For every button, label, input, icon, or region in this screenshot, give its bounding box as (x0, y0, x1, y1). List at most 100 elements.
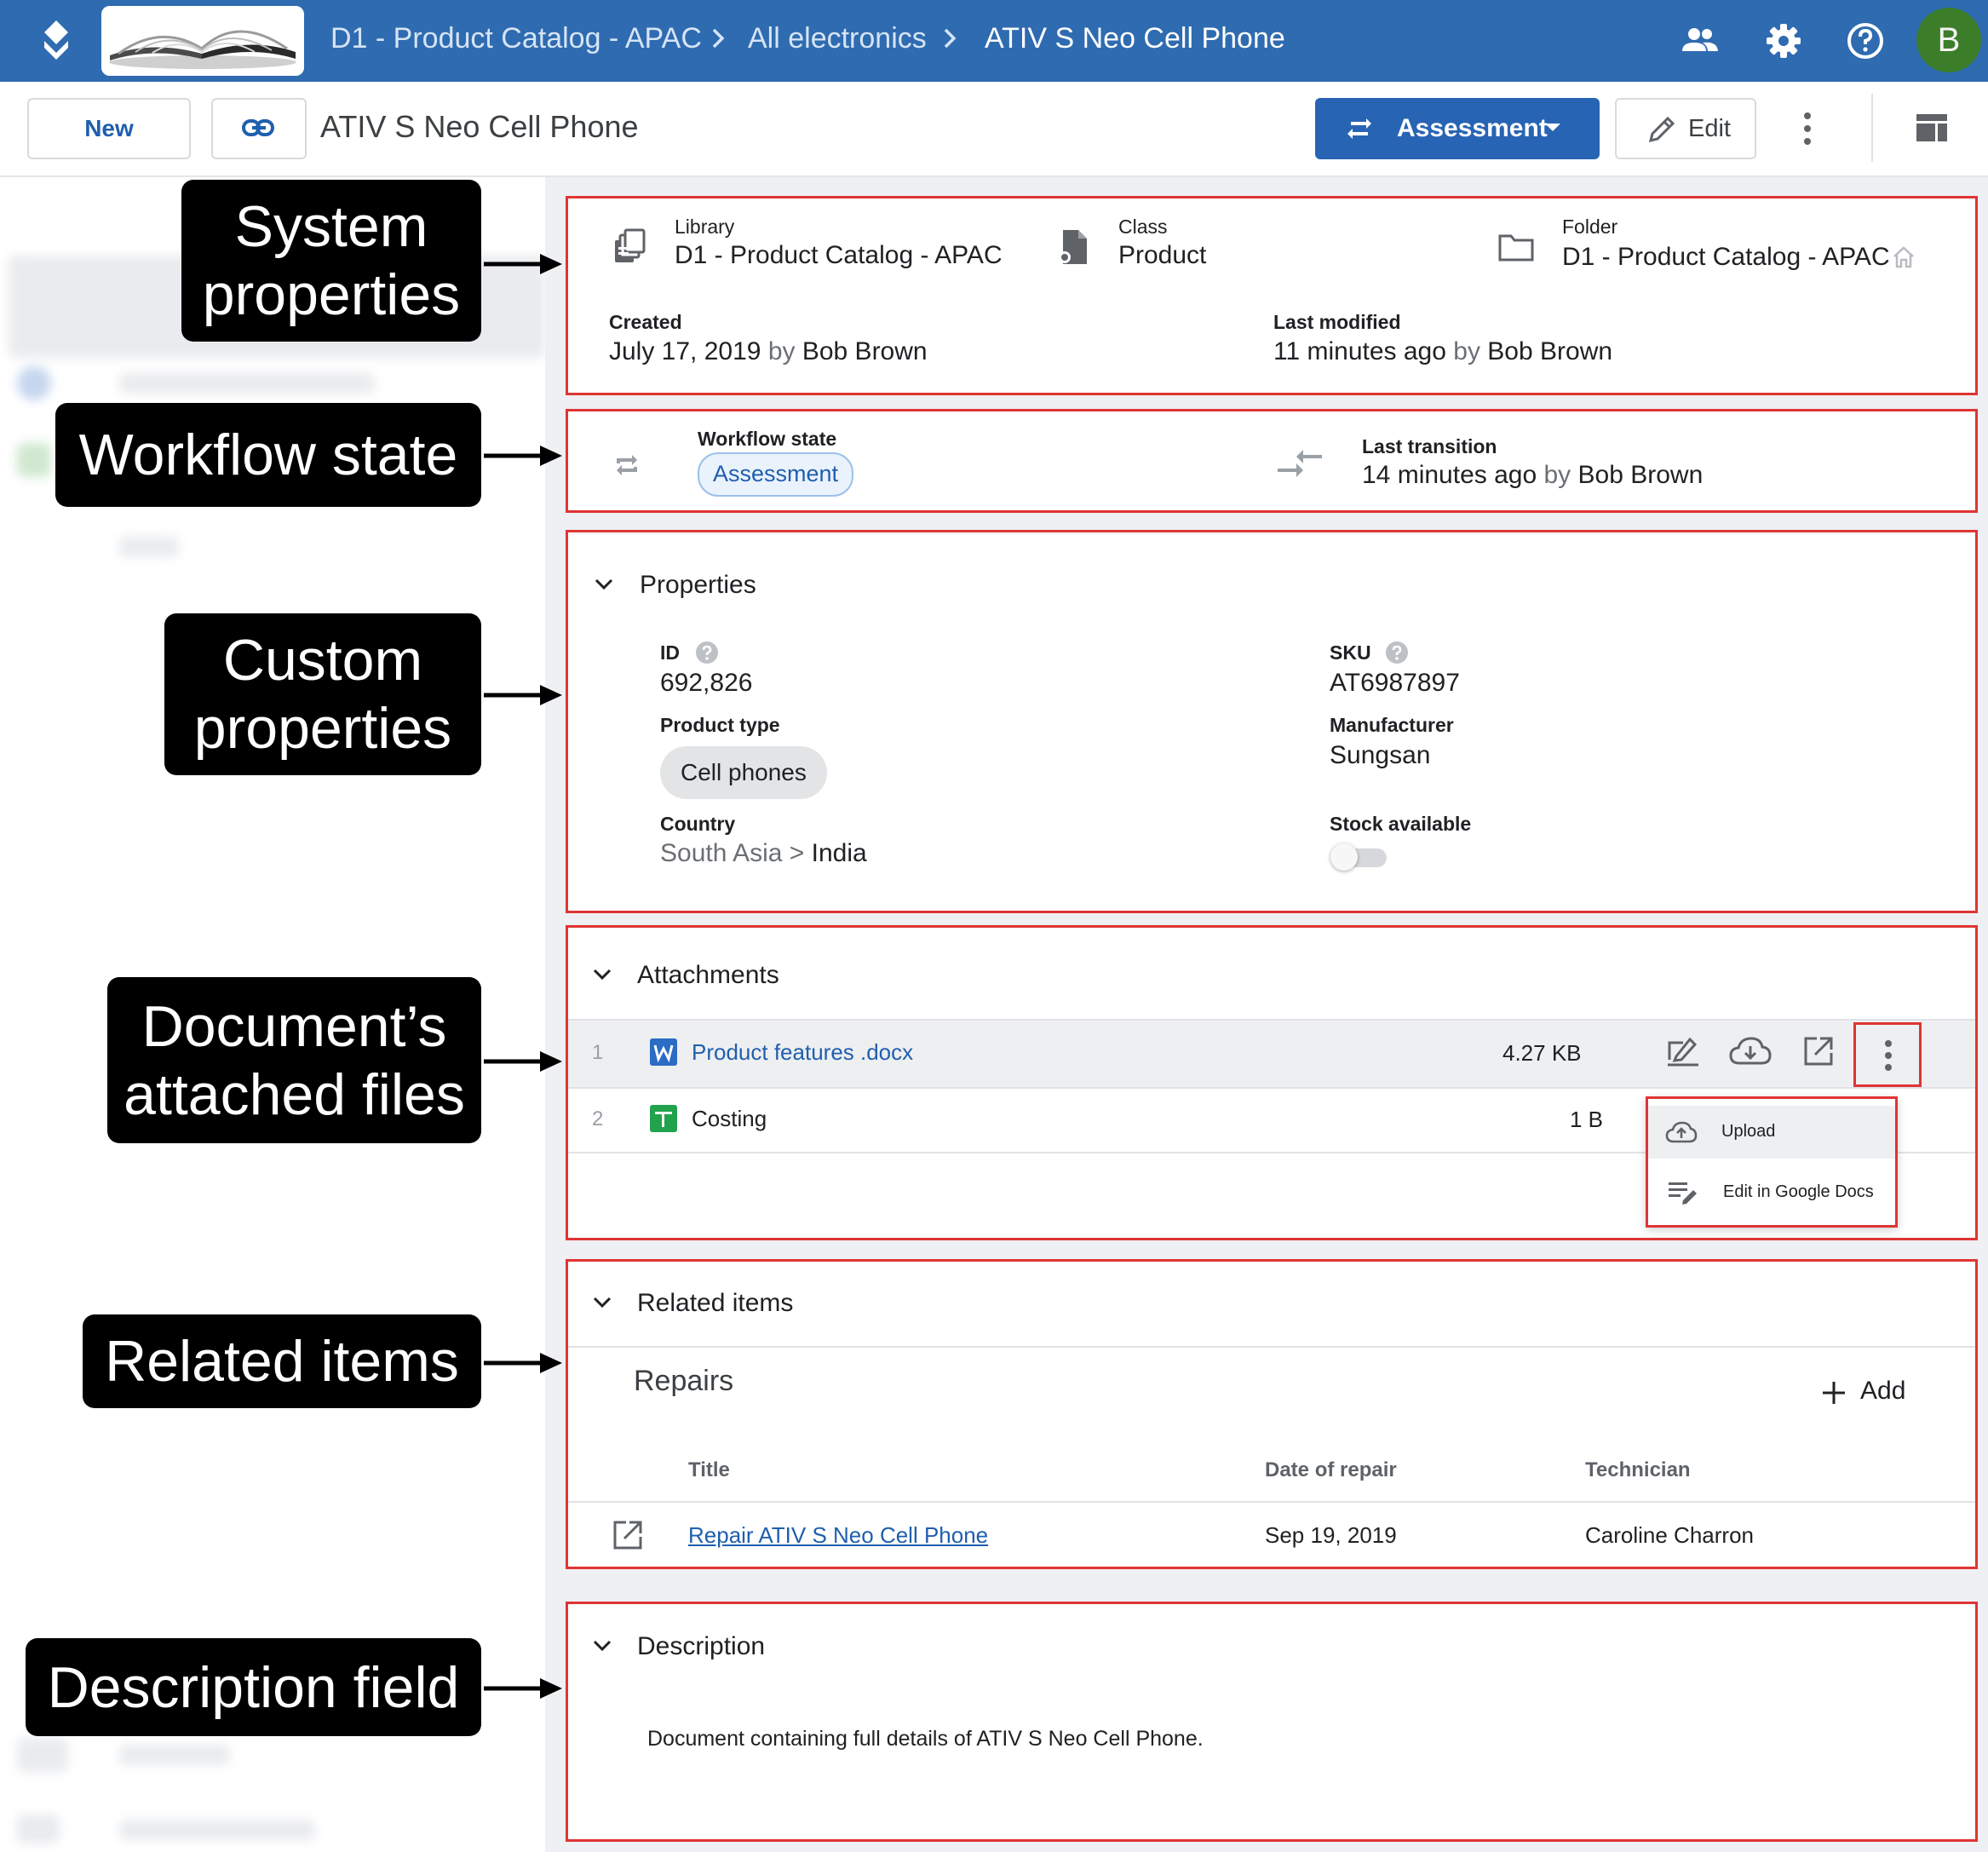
help-icon[interactable] (1385, 641, 1409, 664)
attachment-name[interactable]: Product features .docx (692, 1039, 913, 1066)
plus-icon (1823, 1382, 1845, 1404)
help-icon[interactable] (1841, 17, 1889, 65)
callout-attached-files: Document’s attached files (107, 977, 481, 1143)
toolbar-divider (1871, 94, 1873, 162)
menu-item-upload[interactable]: Upload (1648, 1106, 1895, 1159)
workflow-assessment-button[interactable]: Assessment (1315, 98, 1600, 159)
last-transition-label: Last transition (1362, 435, 1497, 457)
description-text[interactable]: Document containing full details of ATIV… (647, 1727, 1204, 1751)
arrow-right-icon (484, 1676, 562, 1701)
breadcrumb-library[interactable]: D1 - Product Catalog - APAC (330, 22, 702, 55)
link-icon (242, 119, 274, 136)
workflow-icon (612, 450, 642, 480)
stock-available-toggle[interactable] (1330, 843, 1390, 871)
blurred-sidebar-item (119, 373, 375, 394)
folder-icon (1497, 232, 1535, 262)
callout-workflow-state: Workflow state (55, 403, 481, 507)
product-type-chip[interactable]: Cell phones (660, 746, 827, 799)
document-title: ATIV S Neo Cell Phone (320, 109, 639, 144)
new-button[interactable]: New (27, 98, 191, 159)
column-header-title[interactable]: Title (688, 1458, 730, 1482)
by-word: by (1453, 337, 1480, 365)
arrow-right-icon (484, 1049, 562, 1074)
arrow-right-icon (484, 251, 562, 277)
related-group-title: Repairs (634, 1365, 734, 1397)
attachment-size: 1 B (1570, 1107, 1604, 1132)
sku-label: SKU (1330, 641, 1371, 664)
manufacturer-value: Sungsan (1330, 741, 1431, 769)
transition-icon (1274, 441, 1325, 482)
folder-value[interactable]: D1 - Product Catalog - APAC (1562, 243, 1890, 272)
sign-edit-icon[interactable] (1664, 1034, 1702, 1068)
chevron-down-icon[interactable] (589, 1290, 615, 1315)
library-icon (612, 228, 646, 266)
transition-by: Bob Brown (1577, 461, 1704, 489)
cloud-download-icon[interactable] (1729, 1034, 1772, 1068)
country-label: Country (660, 813, 736, 835)
blurred-sidebar-item (17, 1738, 68, 1772)
blurred-sidebar-item (17, 1815, 60, 1843)
edit-button[interactable]: Edit (1615, 98, 1756, 159)
related-items-section-title[interactable]: Related items (637, 1289, 793, 1318)
class-value: Product (1118, 241, 1207, 269)
id-value: 692,826 (660, 669, 753, 697)
transition-when: 14 minutes ago (1362, 461, 1537, 489)
chevron-down-icon[interactable] (589, 962, 615, 987)
callout-line: Custom (222, 628, 423, 693)
product-type-label: Product type (660, 714, 780, 736)
help-icon[interactable] (695, 641, 719, 664)
by-word: by (767, 337, 796, 365)
attachments-section-title[interactable]: Attachments (637, 961, 779, 990)
more-vert-icon (1885, 1040, 1892, 1071)
callout-line: attached files (124, 1061, 465, 1127)
callout-line: Description field (47, 1654, 460, 1720)
open-external-icon[interactable] (611, 1518, 645, 1552)
arrow-right-icon (484, 682, 562, 708)
folder-label: Folder (1562, 216, 1618, 238)
breadcrumb-folder[interactable]: All electronics (748, 22, 927, 55)
blurred-sidebar-item (17, 366, 51, 400)
caret-down-icon (1545, 124, 1560, 131)
callout-custom-properties: Custom properties (164, 613, 481, 775)
created-date: July 17, 2019 (609, 337, 761, 365)
chevron-down-icon[interactable] (589, 1633, 615, 1659)
chevron-down-icon[interactable] (591, 572, 617, 597)
library-label: Library (675, 216, 735, 238)
properties-section-title[interactable]: Properties (640, 571, 756, 600)
workflow-state-label: Workflow state (698, 428, 837, 450)
menu-item-label: Upload (1721, 1122, 1776, 1141)
related-row-title-link[interactable]: Repair ATIV S Neo Cell Phone (688, 1522, 988, 1549)
column-header-technician[interactable]: Technician (1585, 1458, 1691, 1482)
divider (568, 1346, 1975, 1348)
add-label: Add (1860, 1377, 1906, 1405)
workflow-state-chip[interactable]: Assessment (698, 452, 854, 497)
callout-line: properties (193, 696, 452, 761)
app-logo-icon[interactable] (31, 15, 82, 66)
created-label: Created (609, 311, 682, 333)
home-icon (1891, 244, 1916, 270)
user-avatar[interactable]: B (1916, 8, 1981, 72)
menu-item-edit-google-docs[interactable]: Edit in Google Docs (1648, 1165, 1895, 1220)
more-vert-icon[interactable] (1796, 109, 1819, 148)
column-header-date[interactable]: Date of repair (1265, 1458, 1397, 1482)
open-external-icon[interactable] (1801, 1034, 1836, 1068)
description-section-title[interactable]: Description (637, 1632, 765, 1661)
callout-related-items: Related items (83, 1314, 481, 1408)
assessment-label: Assessment (1397, 114, 1548, 142)
country-name: India (811, 839, 867, 867)
modified-when: 11 minutes ago (1273, 337, 1446, 365)
id-label: ID (660, 641, 680, 664)
arrow-right-icon (484, 443, 562, 469)
edit-note-icon (1669, 1182, 1697, 1205)
layout-toggle-icon[interactable] (1913, 111, 1951, 145)
copy-link-button[interactable] (211, 98, 307, 159)
sheets-icon (650, 1105, 677, 1132)
attachment-more-button[interactable] (1853, 1022, 1922, 1087)
cloud-upload-icon (1665, 1121, 1698, 1143)
attachment-name[interactable]: Costing (692, 1106, 767, 1132)
library-value[interactable]: D1 - Product Catalog - APAC (675, 241, 1003, 270)
people-icon[interactable] (1676, 17, 1724, 65)
gear-icon[interactable] (1760, 17, 1807, 65)
callout-line: System (234, 194, 428, 259)
description-card (566, 1602, 1978, 1842)
